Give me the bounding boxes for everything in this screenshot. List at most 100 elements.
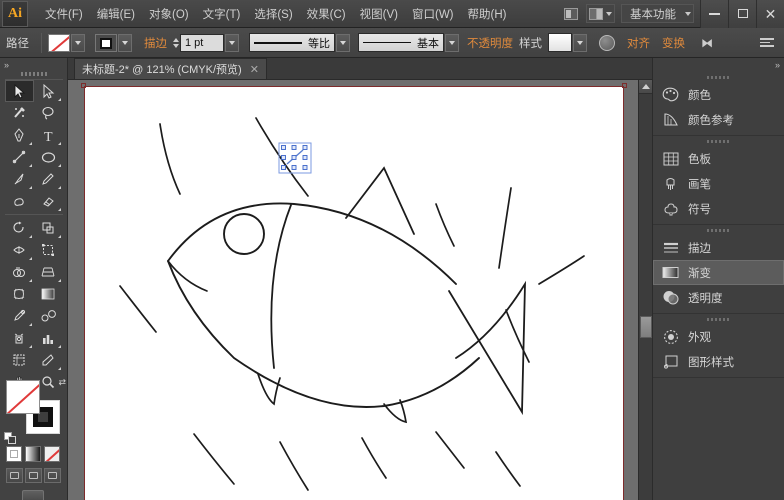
tools-panel-collapse-button[interactable]: » — [0, 58, 67, 72]
arrange-documents-button[interactable] — [586, 4, 615, 23]
eraser-tool[interactable] — [34, 190, 63, 212]
panel-item-color[interactable]: 颜色 — [653, 82, 784, 107]
brush-dropdown-button[interactable] — [445, 33, 459, 52]
fullscreen-mode-button[interactable] — [44, 468, 61, 483]
stroke-swatch[interactable] — [95, 33, 117, 52]
eyedropper-tool[interactable] — [5, 305, 34, 327]
align-label[interactable]: 对齐 — [627, 35, 650, 51]
artboard-tool[interactable] — [5, 349, 34, 371]
stroke-color-control[interactable] — [95, 33, 132, 52]
panel-item-swatches[interactable]: 色板 — [653, 146, 784, 171]
panel-group-grip[interactable] — [706, 229, 731, 232]
control-panel-menu-button[interactable] — [760, 38, 774, 47]
width-tool[interactable] — [5, 239, 34, 261]
panel-item-gradient[interactable]: 渐变 — [653, 260, 784, 285]
transform-label[interactable]: 变换 — [662, 35, 685, 51]
pen-tool[interactable] — [5, 124, 34, 146]
stroke-weight-label[interactable]: 描边 — [144, 35, 167, 51]
color-button[interactable] — [6, 446, 22, 462]
menu-file[interactable]: 文件(F) — [38, 3, 90, 25]
recolor-artwork-icon[interactable] — [599, 34, 615, 51]
menu-object[interactable]: 对象(O) — [142, 3, 196, 25]
default-fill-stroke-icon[interactable] — [4, 432, 16, 444]
panel-item-appearance[interactable]: 外观 — [653, 324, 784, 349]
panel-item-brushes[interactable]: 画笔 — [653, 171, 784, 196]
blob-brush-tool[interactable] — [5, 190, 34, 212]
pencil-tool[interactable] — [34, 168, 63, 190]
free-transform-tool[interactable] — [34, 239, 63, 261]
type-tool[interactable]: T — [34, 124, 63, 146]
slice-tool[interactable] — [34, 349, 63, 371]
isolate-icon[interactable]: ⧓ — [701, 36, 713, 50]
close-button[interactable]: ✕ — [756, 0, 784, 28]
none-button[interactable] — [44, 446, 60, 462]
normal-screen-mode-button[interactable] — [6, 468, 23, 483]
menu-select[interactable]: 选择(S) — [247, 3, 299, 25]
fill-control[interactable] — [48, 33, 85, 52]
panel-group-grip[interactable] — [706, 76, 731, 79]
canvas-area[interactable] — [68, 80, 652, 500]
stroke-weight-field[interactable]: 1 pt — [180, 33, 224, 52]
panel-item-transparency[interactable]: 透明度 — [653, 285, 784, 310]
style-dropdown-button[interactable] — [573, 33, 587, 52]
panel-item-graphic-styles[interactable]: 图形样式 — [653, 349, 784, 374]
stroke-weight-dropdown-button[interactable] — [225, 33, 239, 52]
selected-object-bounding-box[interactable] — [278, 142, 312, 174]
blend-tool[interactable] — [34, 305, 63, 327]
selection-tool[interactable] — [4, 80, 34, 102]
gradient-tool[interactable] — [34, 283, 63, 305]
workspace-switcher[interactable]: 基本功能 — [621, 4, 694, 23]
tools-panel-grip[interactable] — [20, 72, 47, 76]
paintbrush-tool[interactable] — [5, 168, 34, 190]
panel-group-grip[interactable] — [706, 318, 731, 321]
graphic-style-swatch[interactable] — [548, 33, 572, 52]
rotate-tool[interactable] — [5, 217, 34, 239]
menu-help[interactable]: 帮助(H) — [461, 3, 514, 25]
panel-group-swatches: 色板 画笔 符号 — [653, 140, 784, 225]
variable-width-profile-select[interactable]: 等比 — [249, 33, 335, 52]
perspective-grid-tool[interactable] — [34, 261, 63, 283]
panel-item-symbols[interactable]: 符号 — [653, 196, 784, 221]
panel-item-stroke[interactable]: 描边 — [653, 235, 784, 260]
scale-tool[interactable] — [34, 217, 63, 239]
fill-swatch[interactable] — [48, 33, 70, 52]
ellipse-tool[interactable] — [34, 146, 63, 168]
vertical-scrollbar[interactable] — [638, 80, 652, 500]
fish-line-drawing[interactable] — [84, 86, 624, 500]
close-icon[interactable]: ✕ — [250, 63, 259, 76]
magic-wand-tool[interactable] — [5, 102, 34, 124]
fill-color-swatch[interactable] — [6, 380, 40, 414]
brush-definition-select[interactable]: 基本 — [358, 33, 444, 52]
minimize-button[interactable] — [700, 0, 728, 28]
gradient-button[interactable] — [25, 446, 41, 462]
panel-item-color-guide[interactable]: 颜色参考 — [653, 107, 784, 132]
line-segment-tool[interactable] — [5, 146, 34, 168]
menu-effect[interactable]: 效果(C) — [300, 3, 353, 25]
fullscreen-menubar-mode-button[interactable] — [25, 468, 42, 483]
vertical-scrollbar-thumb[interactable] — [640, 316, 652, 338]
symbol-sprayer-tool[interactable] — [5, 327, 34, 349]
shape-builder-tool[interactable] — [5, 261, 34, 283]
bridge-icon[interactable] — [559, 4, 583, 24]
fill-dropdown-button[interactable] — [71, 33, 85, 52]
panel-item-label: 画笔 — [688, 178, 711, 191]
menu-type[interactable]: 文字(T) — [196, 3, 248, 25]
lasso-tool[interactable] — [34, 102, 63, 124]
stroke-icon — [662, 239, 679, 256]
menu-window[interactable]: 窗口(W) — [405, 3, 461, 25]
menu-view[interactable]: 视图(V) — [353, 3, 405, 25]
scroll-up-button[interactable] — [639, 80, 652, 94]
column-graph-tool[interactable] — [34, 327, 63, 349]
stroke-dropdown-button[interactable] — [118, 33, 132, 52]
direct-selection-tool[interactable] — [34, 80, 63, 102]
panel-group-grip[interactable] — [706, 140, 731, 143]
document-tab[interactable]: 未标题-2* @ 121% (CMYK/预览) ✕ — [74, 58, 267, 79]
dock-collapse-button[interactable]: » — [653, 58, 784, 72]
swap-fill-stroke-icon[interactable]: ⇄ — [58, 377, 66, 388]
width-profile-dropdown-button[interactable] — [336, 33, 350, 52]
stroke-weight-stepper[interactable] — [173, 37, 179, 48]
maximize-button[interactable] — [728, 0, 756, 28]
opacity-label[interactable]: 不透明度 — [467, 35, 513, 51]
menu-edit[interactable]: 编辑(E) — [90, 3, 142, 25]
mesh-tool[interactable] — [5, 283, 34, 305]
